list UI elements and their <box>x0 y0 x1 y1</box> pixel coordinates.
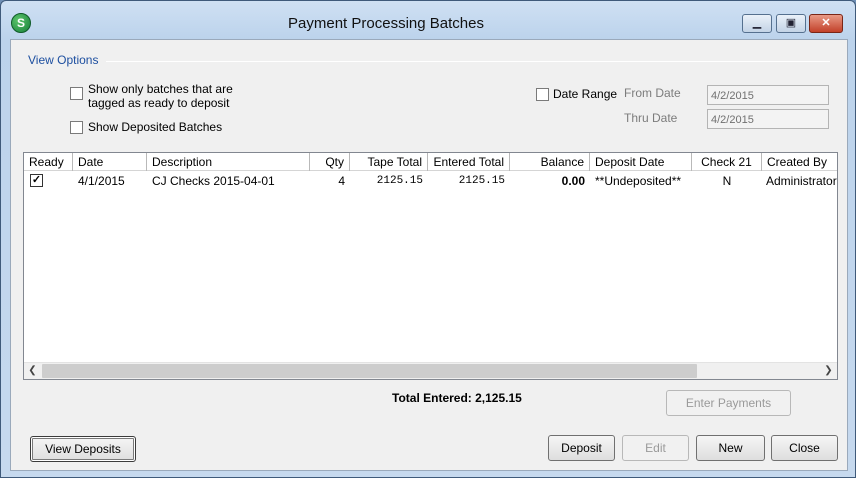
table-row[interactable]: ✓ 4/1/2015 CJ Checks 2015-04-01 4 2125.1… <box>24 172 837 190</box>
close-button[interactable]: Close <box>771 435 838 461</box>
col-qty[interactable]: Qty <box>310 153 350 171</box>
ready-row-checkbox[interactable]: ✓ <box>30 174 43 187</box>
col-ready[interactable]: Ready <box>24 153 73 171</box>
col-check21[interactable]: Check 21 <box>692 153 762 171</box>
ready-only-label-line1: Show only batches that are <box>88 82 233 96</box>
created-by-cell: Administrator <box>766 174 837 188</box>
total-entered: Total Entered: 2,125.15 <box>392 391 522 405</box>
deposit-button[interactable]: Deposit <box>548 435 615 461</box>
balance-cell: 0.00 <box>561 174 585 188</box>
date-range-checkbox[interactable] <box>536 88 549 101</box>
close-icon: ✕ <box>821 17 831 29</box>
col-balance[interactable]: Balance <box>510 153 590 171</box>
batches-grid[interactable]: Ready Date Description Qty Tape Total En… <box>23 152 838 380</box>
view-options-label: View Options <box>28 53 99 67</box>
ready-only-checkbox[interactable] <box>70 87 83 100</box>
description-cell: CJ Checks 2015-04-01 <box>152 174 275 188</box>
checkmark-icon: ✓ <box>31 174 42 186</box>
view-deposits-button[interactable]: View Deposits <box>30 436 136 462</box>
show-deposited-label: Show Deposited Batches <box>88 120 223 134</box>
ready-only-label-line2: tagged as ready to deposit <box>88 96 230 110</box>
grid-header: Ready Date Description Qty Tape Total En… <box>24 153 837 171</box>
minimize-button[interactable]: ▁ <box>742 14 772 33</box>
thru-date-label: Thru Date <box>624 111 678 125</box>
maximize-button[interactable]: ▣ <box>776 14 806 33</box>
deposit-date-cell: **Undeposited** <box>595 174 682 188</box>
entered-total-cell: 2125.15 <box>458 175 505 187</box>
qty-cell: 4 <box>338 174 345 188</box>
col-description[interactable]: Description <box>147 153 310 171</box>
edit-button[interactable]: Edit <box>622 435 689 461</box>
title-bar[interactable]: S Payment Processing Batches ▁ ▣ ✕ <box>1 1 855 41</box>
tape-total-cell: 2125.15 <box>376 175 423 187</box>
check21-cell: N <box>722 174 732 188</box>
col-deposit-date[interactable]: Deposit Date <box>590 153 692 171</box>
maximize-icon: ▣ <box>785 17 797 29</box>
col-tape-total[interactable]: Tape Total <box>350 153 428 171</box>
view-options-divider <box>106 61 830 62</box>
horizontal-scrollbar[interactable]: ❮ ❯ <box>24 362 837 379</box>
col-date[interactable]: Date <box>73 153 147 171</box>
date-cell: 4/1/2015 <box>78 174 125 188</box>
window-title: Payment Processing Batches <box>288 15 484 32</box>
from-date-field[interactable]: 4/2/2015 <box>707 85 829 105</box>
date-range-label: Date Range <box>553 87 618 101</box>
thru-date-field[interactable]: 4/2/2015 <box>707 109 829 129</box>
enter-payments-button[interactable]: Enter Payments <box>666 390 791 416</box>
show-deposited-checkbox[interactable] <box>70 121 83 134</box>
payment-processing-window: S Payment Processing Batches ▁ ▣ ✕ View … <box>0 0 856 478</box>
ready-only-label: Show only batches that are tagged as rea… <box>88 82 233 110</box>
chevron-left-icon[interactable]: ❮ <box>24 363 41 379</box>
col-entered-total[interactable]: Entered Total <box>428 153 510 171</box>
dialog-body: View Options Show only batches that are … <box>10 39 848 471</box>
chevron-right-icon[interactable]: ❯ <box>820 363 837 379</box>
ready-cell: ✓ <box>24 172 73 190</box>
col-created-by[interactable]: Created By <box>762 153 837 171</box>
scrollbar-thumb[interactable] <box>42 364 697 378</box>
new-button[interactable]: New <box>696 435 765 461</box>
minimize-icon: ▁ <box>752 17 762 29</box>
from-date-label: From Date <box>624 86 681 100</box>
close-window-button[interactable]: ✕ <box>809 14 843 33</box>
